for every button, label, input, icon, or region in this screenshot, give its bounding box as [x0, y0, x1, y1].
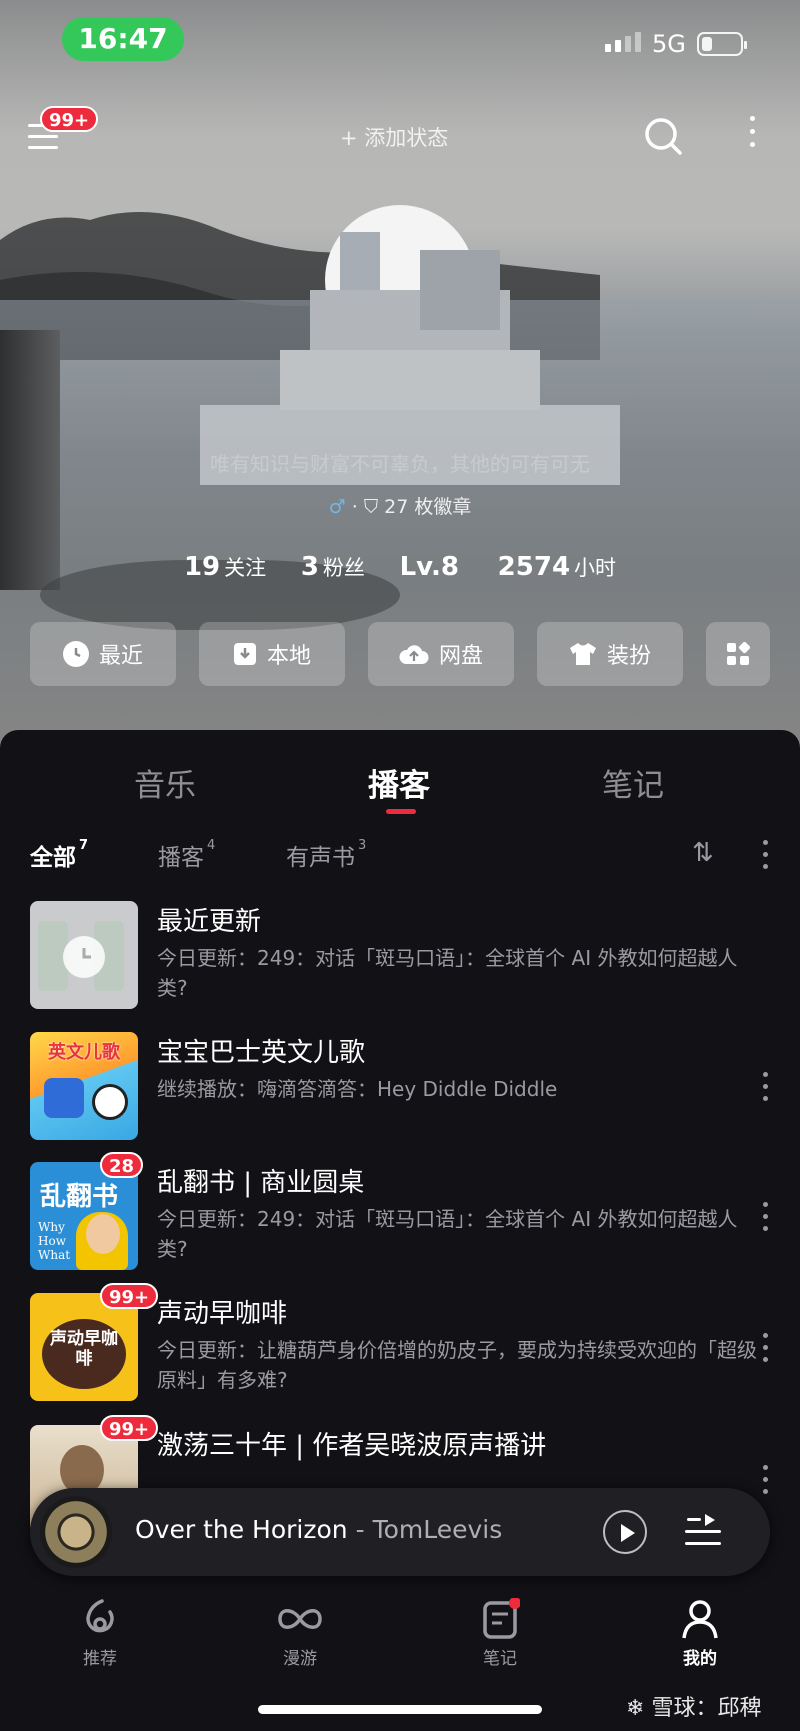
list-item[interactable]: 最近更新 今日更新：249：对话「斑马口语」：全球首个 AI 外教如何超越人类? [0, 901, 800, 1013]
tab-notes[interactable]: 笔记 [602, 760, 664, 805]
signal-icon [605, 32, 641, 52]
search-icon[interactable] [643, 116, 683, 156]
nav-roam[interactable]: 漫游 [250, 1598, 350, 1669]
network-label: 5G [652, 30, 686, 58]
add-status-button[interactable]: + 添加状态 [340, 122, 448, 152]
clock-icon [63, 936, 105, 978]
bottom-nav: 推荐 漫游 笔记 我的 [0, 1590, 800, 1690]
item-desc: 今日更新：249：对话「斑马口语」：全球首个 AI 外教如何超越人类? [157, 946, 738, 1000]
item-title: 乱翻书 | 商业圆桌 [157, 1168, 365, 1198]
nav-recommend[interactable]: 推荐 [50, 1598, 150, 1669]
quick-cloud-label: 网盘 [438, 644, 483, 669]
tab-music[interactable]: 音乐 [134, 760, 196, 805]
tab-podcast[interactable]: 播客 [368, 760, 430, 805]
item-desc: 继续播放：嗨滴答滴答：Hey Diddle Diddle [157, 1077, 558, 1101]
quick-local-label: 本地 [266, 644, 311, 669]
stat-level[interactable]: Lv.8 [400, 552, 463, 582]
song-title: Over the Horizon [135, 1515, 348, 1544]
notification-badge: 99+ [40, 106, 99, 132]
recommend-icon [86, 1599, 114, 1633]
filter-more-icon[interactable] [760, 840, 770, 876]
item-more-icon[interactable] [760, 1465, 770, 1501]
nav-mine[interactable]: 我的 [650, 1598, 750, 1669]
item-more-icon[interactable] [760, 1072, 770, 1108]
download-icon [233, 643, 256, 665]
home-indicator[interactable] [258, 1705, 542, 1714]
mini-player[interactable]: Over the Horizon - TomLeevis [30, 1488, 770, 1576]
status-time: 16:47 [62, 17, 184, 61]
infinity-icon [278, 1609, 322, 1629]
item-title: 声动早咖啡 [157, 1299, 288, 1329]
playlist-icon[interactable] [685, 1514, 725, 1550]
quick-recent-button[interactable]: 最近 [30, 622, 176, 686]
quick-recent-label: 最近 [98, 644, 143, 669]
filter-audiobook[interactable]: 有声书 3 [286, 838, 366, 872]
cover-text: 乱翻书 [40, 1182, 119, 1212]
artist-name: TomLeevis [372, 1515, 503, 1544]
profile-meta: ♂ · ⛉ 27 枚徽章 [0, 492, 800, 519]
item-desc: 今日更新：249：对话「斑马口语」：全球首个 AI 外教如何超越人类? [157, 1207, 738, 1261]
tab-indicator [386, 809, 416, 814]
recent-updates-cover [30, 901, 138, 1009]
clock-icon [62, 641, 89, 667]
quick-local-button[interactable]: 本地 [199, 622, 345, 686]
now-playing: Over the Horizon - TomLeevis [135, 1515, 503, 1544]
quick-cloud-button[interactable]: 网盘 [368, 622, 514, 686]
item-more-icon[interactable] [760, 1202, 770, 1238]
shirt-icon [569, 643, 596, 665]
sort-icon[interactable]: ⇅ [692, 838, 714, 868]
cover-text: 英文儿歌 [48, 1042, 120, 1063]
stat-hours[interactable]: 2574 小时 [498, 552, 616, 582]
stat-fans[interactable]: 3 粉丝 [301, 552, 365, 582]
quick-dressup-button[interactable]: 装扮 [537, 622, 683, 686]
update-count-badge: 99+ [100, 1283, 159, 1309]
play-button[interactable] [603, 1510, 647, 1554]
note-icon [483, 1598, 520, 1639]
list-item[interactable]: 英文儿歌 宝宝巴士英文儿歌 继续播放：嗨滴答滴答：Hey Diddle Didd… [0, 1032, 800, 1144]
person-icon [682, 1600, 718, 1639]
item-desc: 今日更新：让糖葫芦身价倍增的奶皮子，要成为持续受欢迎的「超级原料」有多难? [157, 1338, 757, 1392]
filter-podcast[interactable]: 播客 4 [158, 838, 215, 872]
status-bar: 16:47 5G [0, 0, 800, 90]
update-count-badge: 99+ [100, 1415, 159, 1441]
podcast-cover: 英文儿歌 [30, 1032, 138, 1140]
meta-separator: · [351, 496, 358, 518]
mosaic-block [340, 232, 380, 292]
bio-text: 唯有知识与财富不可辜负，其他的可有可无 [210, 452, 590, 476]
profile-stats: 19 关注 3 粉丝 Lv.8 2574 小时 [0, 552, 800, 582]
snowball-icon: ❄ [626, 1696, 645, 1721]
cloud-upload-icon [399, 645, 429, 664]
album-art[interactable] [40, 1496, 112, 1568]
watermark: ❄ 雪球：邱稗 [626, 1696, 762, 1721]
nav-notes[interactable]: 笔记 [450, 1598, 550, 1669]
more-icon[interactable] [745, 116, 759, 156]
list-item[interactable]: 声动早咖啡 99+ 声动早咖啡 今日更新：让糖葫芦身价倍增的奶皮子，要成为持续受… [0, 1283, 800, 1405]
mosaic-block [420, 250, 500, 330]
mosaic-block [280, 350, 540, 410]
filter-chips: 全部 7 播客 4 有声书 3 [0, 838, 800, 878]
badge-icon: ⛉ [363, 496, 379, 518]
list-item[interactable]: 乱翻书 Why How What 28 乱翻书 | 商业圆桌 今日更新：249：对话… [0, 1152, 800, 1274]
filter-all[interactable]: 全部 7 [30, 838, 88, 872]
gender-icon: ♂ [328, 496, 346, 518]
stat-following[interactable]: 19 关注 [184, 552, 266, 582]
quick-dressup-label: 装扮 [606, 644, 651, 669]
cover-text: 声动早咖啡 [50, 1329, 118, 1369]
update-count-badge: 28 [100, 1152, 144, 1178]
grid-icon [727, 642, 750, 665]
badges-count[interactable]: 27 枚徽章 [384, 496, 471, 518]
item-more-icon[interactable] [760, 1333, 770, 1369]
item-title: 最近更新 [157, 907, 262, 937]
item-title: 宝宝巴士英文儿歌 [157, 1038, 366, 1068]
item-title: 激荡三十年 | 作者吴晓波原声播讲 [157, 1431, 547, 1461]
battery-icon [697, 32, 747, 56]
quick-more-button[interactable] [706, 622, 770, 686]
